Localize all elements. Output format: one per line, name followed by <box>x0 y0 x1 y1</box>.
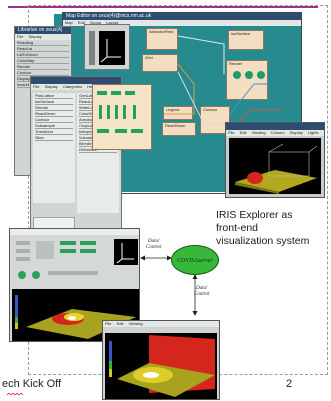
render-bottom-menubar: File Edit Viewing <box>103 321 219 327</box>
render-viewport[interactable] <box>229 138 321 194</box>
footer-title: ech Kick Off <box>2 378 62 390</box>
menu-file[interactable]: File <box>228 130 234 135</box>
page-number: 2 <box>286 378 293 390</box>
slider-bar[interactable] <box>89 31 95 65</box>
client-menubar <box>10 229 139 235</box>
data-control-label: Control <box>194 292 210 297</box>
axes-icon <box>100 39 121 63</box>
scene-render <box>235 143 318 194</box>
menu-display[interactable]: Display <box>29 34 42 39</box>
spellcheck-squiggle <box>7 393 23 396</box>
menu-edit[interactable]: Edit <box>240 130 247 135</box>
category-col-left: PickLattice IsoSurface Render ReadGeom C… <box>33 93 75 203</box>
caption-line: IRIS Explorer as <box>216 209 293 221</box>
menu-colours[interactable]: Colours <box>271 130 285 135</box>
librarian-titlebar[interactable]: Librarian on zeus(4) <box>15 27 71 34</box>
caption-line: visualization system <box>216 235 310 247</box>
caption-line: front-end <box>216 222 259 234</box>
covisa-server-node: COVISAserver <box>171 245 219 275</box>
category-titlebar[interactable] <box>31 77 121 84</box>
menu-viewing[interactable]: Viewing <box>252 130 266 135</box>
module-list-item[interactable]: Slice <box>35 135 73 141</box>
menu-display[interactable]: Display <box>45 84 58 89</box>
render-titlebar[interactable] <box>226 123 324 130</box>
data-control-label: Control <box>146 245 162 250</box>
menu-categories[interactable]: Categories <box>63 84 82 89</box>
scene-render <box>109 335 215 397</box>
client-axis-viewport <box>114 239 138 265</box>
render-window-top[interactable]: File Edit Viewing Colours Display Lights <box>225 122 325 198</box>
render-bottom-viewport[interactable] <box>105 333 217 399</box>
menu-lights[interactable]: Lights <box>308 130 319 135</box>
menu-file[interactable]: File <box>17 34 23 39</box>
control-panel[interactable] <box>84 24 130 70</box>
render-menubar: File Edit Viewing Colours Display Lights <box>226 130 324 136</box>
menu-viewing[interactable]: Viewing <box>129 321 143 326</box>
menu-file[interactable]: File <box>33 84 39 89</box>
menu-edit[interactable]: Edit <box>117 321 124 326</box>
control-widgets <box>97 91 143 133</box>
axes-icon <box>116 243 134 264</box>
menu-display[interactable]: Display <box>290 130 303 135</box>
axis-viewport <box>99 31 125 65</box>
widget-cluster <box>14 239 102 283</box>
render-window-bottom[interactable]: File Edit Viewing <box>102 320 220 400</box>
menu-file[interactable]: File <box>105 321 111 326</box>
control-module-panel[interactable] <box>92 84 152 150</box>
